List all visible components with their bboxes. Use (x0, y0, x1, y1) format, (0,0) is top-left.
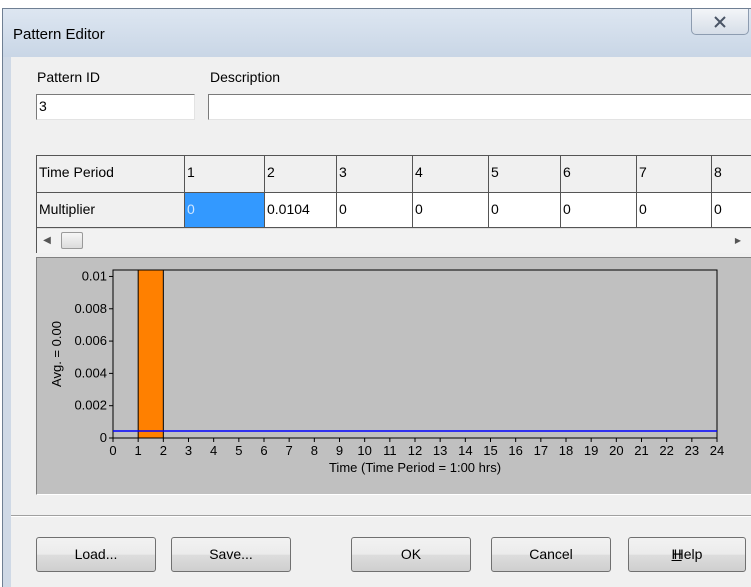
y-tick-label: 0.002 (74, 398, 107, 413)
x-tick-label: 5 (235, 443, 242, 458)
x-tick-label: 3 (185, 443, 192, 458)
description-input[interactable] (208, 94, 751, 120)
pattern-chart: 0 0.002 0.004 0.006 0.008 0.01 0 1 2 3 4 5 6 7 8 9 10 11 1… (36, 257, 751, 495)
x-tick-label: 12 (408, 443, 422, 458)
x-tick-label: 19 (584, 443, 598, 458)
y-tick-label: 0.004 (74, 365, 107, 380)
period-header-cell: 3 (337, 156, 413, 193)
save-button[interactable]: Save... (171, 537, 291, 572)
plot-area (112, 269, 718, 439)
x-tick-label: 9 (336, 443, 343, 458)
period-header-cell: 7 (637, 156, 712, 193)
x-tick-label: 4 (210, 443, 217, 458)
x-tick-label: 24 (710, 443, 724, 458)
x-tick-label: 0 (109, 443, 116, 458)
multiplier-cell[interactable]: 0.0104 (265, 193, 337, 228)
x-tick-label: 11 (383, 443, 397, 458)
x-axis-label: Time (Time Period = 1:00 hrs) (329, 460, 501, 475)
multiplier-cell[interactable]: 0 (637, 193, 712, 228)
period-header-cell: 2 (265, 156, 337, 193)
dialog-client-area: Pattern ID 3 Description Time Period Mul… (11, 57, 751, 587)
x-tick-label: 16 (508, 443, 522, 458)
pattern-editor-window: Pattern Editor Pattern ID 3 Description … (2, 8, 751, 587)
help-button-label: Help (673, 546, 703, 562)
ok-button[interactable]: OK (351, 537, 471, 572)
x-tick-label: 20 (609, 443, 623, 458)
description-label: Description (210, 69, 281, 85)
x-tick-label: 22 (659, 443, 673, 458)
x-tick-label: 6 (260, 443, 267, 458)
x-tick-label: 17 (534, 443, 548, 458)
x-tick-label: 23 (685, 443, 699, 458)
close-icon (714, 16, 726, 28)
title-bar[interactable]: Pattern Editor (3, 9, 751, 57)
cancel-button[interactable]: Cancel (491, 537, 611, 572)
x-tick-label: 15 (483, 443, 497, 458)
scroll-thumb[interactable] (61, 232, 83, 249)
period-header-cell: 1 (185, 156, 265, 193)
multiplier-cell[interactable]: 0 (413, 193, 489, 228)
x-tick-label: 21 (634, 443, 648, 458)
period-header-cell: 6 (561, 156, 637, 193)
y-axis-label: Avg. = 0.00 (49, 321, 64, 387)
close-button[interactable] (691, 9, 749, 35)
pattern-id-label: Pattern ID (37, 69, 101, 85)
pattern-chart-svg: 00.0020.0040.0060.0080.010 1 2 3 4 5 6 7 8 9 10 11 1… (49, 268, 724, 475)
help-button[interactable]: HHelp (628, 537, 746, 572)
multiplier-header: Multiplier (37, 193, 185, 228)
pattern-id-input[interactable]: 3 (36, 94, 195, 120)
scroll-left-arrow-icon[interactable]: ◀ (37, 229, 57, 253)
load-button[interactable]: Load... (36, 537, 156, 572)
x-tick-label: 8 (311, 443, 318, 458)
y-tick-label: 0.008 (74, 301, 107, 316)
multiplier-cell[interactable]: 0 (489, 193, 561, 228)
y-tick-label: 0.01 (82, 268, 107, 283)
x-tick-label: 18 (559, 443, 573, 458)
x-tick-label: 2 (160, 443, 167, 458)
x-tick-label: 10 (357, 443, 371, 458)
period-header-cell: 5 (489, 156, 561, 193)
y-tick-label: 0.006 (74, 333, 107, 348)
multiplier-cell[interactable]: 0 (561, 193, 637, 228)
multiplier-cell[interactable]: 0 (712, 193, 751, 228)
scroll-right-arrow-icon[interactable]: ▶ (731, 229, 745, 253)
period-header-cell: 8 (712, 156, 751, 193)
y-tick-label: 0 (100, 430, 107, 445)
grid-horizontal-scrollbar[interactable]: ◀ ▶ (37, 228, 751, 253)
multiplier-cell[interactable]: 0 (337, 193, 413, 228)
x-tick-label: 7 (286, 443, 293, 458)
chart-bar (137, 269, 164, 439)
x-tick-label: 13 (433, 443, 447, 458)
pattern-grid: Time Period Multiplier 1 0 2 0.0104 3 0 4 0 5 0 6 0… (36, 155, 751, 253)
x-tick-label: 1 (135, 443, 142, 458)
multiplier-cell[interactable]: 0 (185, 193, 265, 228)
button-divider (11, 515, 751, 517)
period-header-cell: 4 (413, 156, 489, 193)
x-tick-label: 14 (458, 443, 472, 458)
time-period-header: Time Period (37, 156, 185, 193)
dialog-title: Pattern Editor (13, 26, 105, 43)
